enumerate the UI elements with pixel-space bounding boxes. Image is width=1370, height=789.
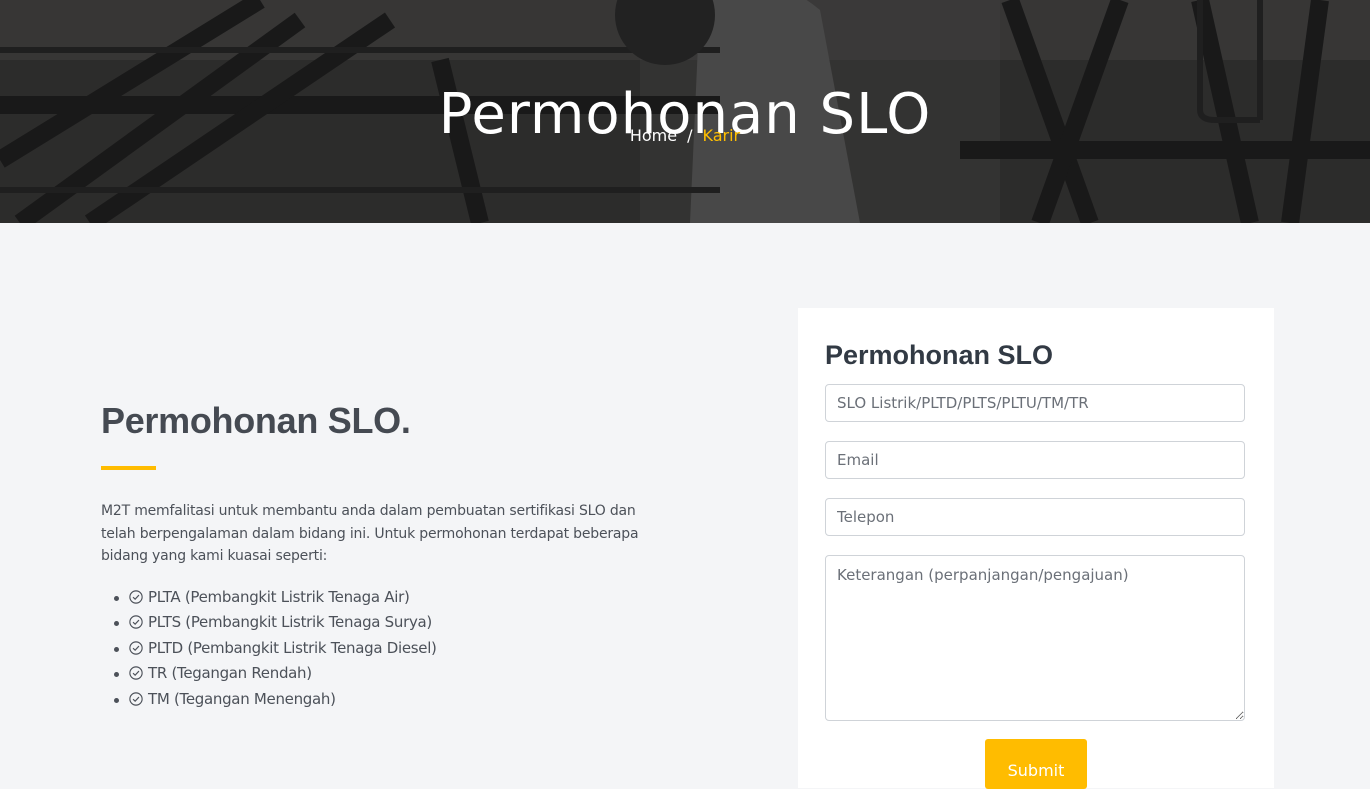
bullet-icon (114, 646, 119, 652)
check-circle-icon (129, 666, 143, 680)
list-item-label: TM (Tegangan Menengah) (148, 689, 336, 708)
list-item: TM (Tegangan Menengah) (101, 687, 661, 713)
list-item-label: TR (Tegangan Rendah) (148, 664, 312, 683)
breadcrumb-home-link[interactable]: Home (630, 126, 677, 145)
submit-button[interactable]: Submit (985, 739, 1087, 789)
bullet-icon (114, 595, 119, 601)
form-title: Permohonan SLO (825, 340, 1054, 370)
phone-field[interactable] (825, 498, 1245, 536)
email-field[interactable] (825, 441, 1245, 479)
list-item: PLTA (Pembangkit Listrik Tenaga Air) (101, 585, 661, 611)
list-item: PLTS (Pembangkit Listrik Tenaga Surya) (101, 610, 661, 636)
check-circle-icon (129, 589, 143, 604)
check-circle-icon (129, 615, 143, 629)
title-underline (101, 466, 156, 470)
breadcrumb-separator: / (687, 126, 693, 145)
bullet-icon (114, 621, 119, 627)
list-item-label: PLTA (Pembangkit Listrik Tenaga Air) (148, 587, 410, 606)
slo-type-input[interactable] (825, 384, 1245, 422)
intro-paragraph: M2T memfalitasi untuk membantu anda dala… (101, 503, 639, 564)
bullet-icon (114, 697, 119, 703)
service-description: Permohonan SLO. M2T memfalitasi untuk me… (101, 400, 661, 712)
section-title: Permohonan SLO. (101, 400, 411, 441)
application-form: Permohonan SLO Submit (798, 308, 1274, 789)
list-item-label: PLTS (Pembangkit Listrik Tenaga Surya) (148, 613, 432, 632)
check-circle-icon (129, 640, 143, 655)
bullet-icon (114, 672, 119, 678)
service-list: PLTA (Pembangkit Listrik Tenaga Air) PLT… (101, 585, 661, 713)
check-circle-icon (129, 692, 143, 706)
breadcrumb: Home / Karir (0, 126, 1370, 145)
page-hero: Permohonan SLO Home / Karir (0, 0, 1370, 223)
list-item: TR (Tegangan Rendah) (101, 661, 661, 687)
list-item: PLTD (Pembangkit Listrik Tenaga Diesel) (101, 636, 661, 662)
breadcrumb-current: Karir (702, 126, 741, 145)
notes-textarea[interactable] (825, 555, 1245, 721)
list-item-label: PLTD (Pembangkit Listrik Tenaga Diesel) (148, 638, 437, 657)
